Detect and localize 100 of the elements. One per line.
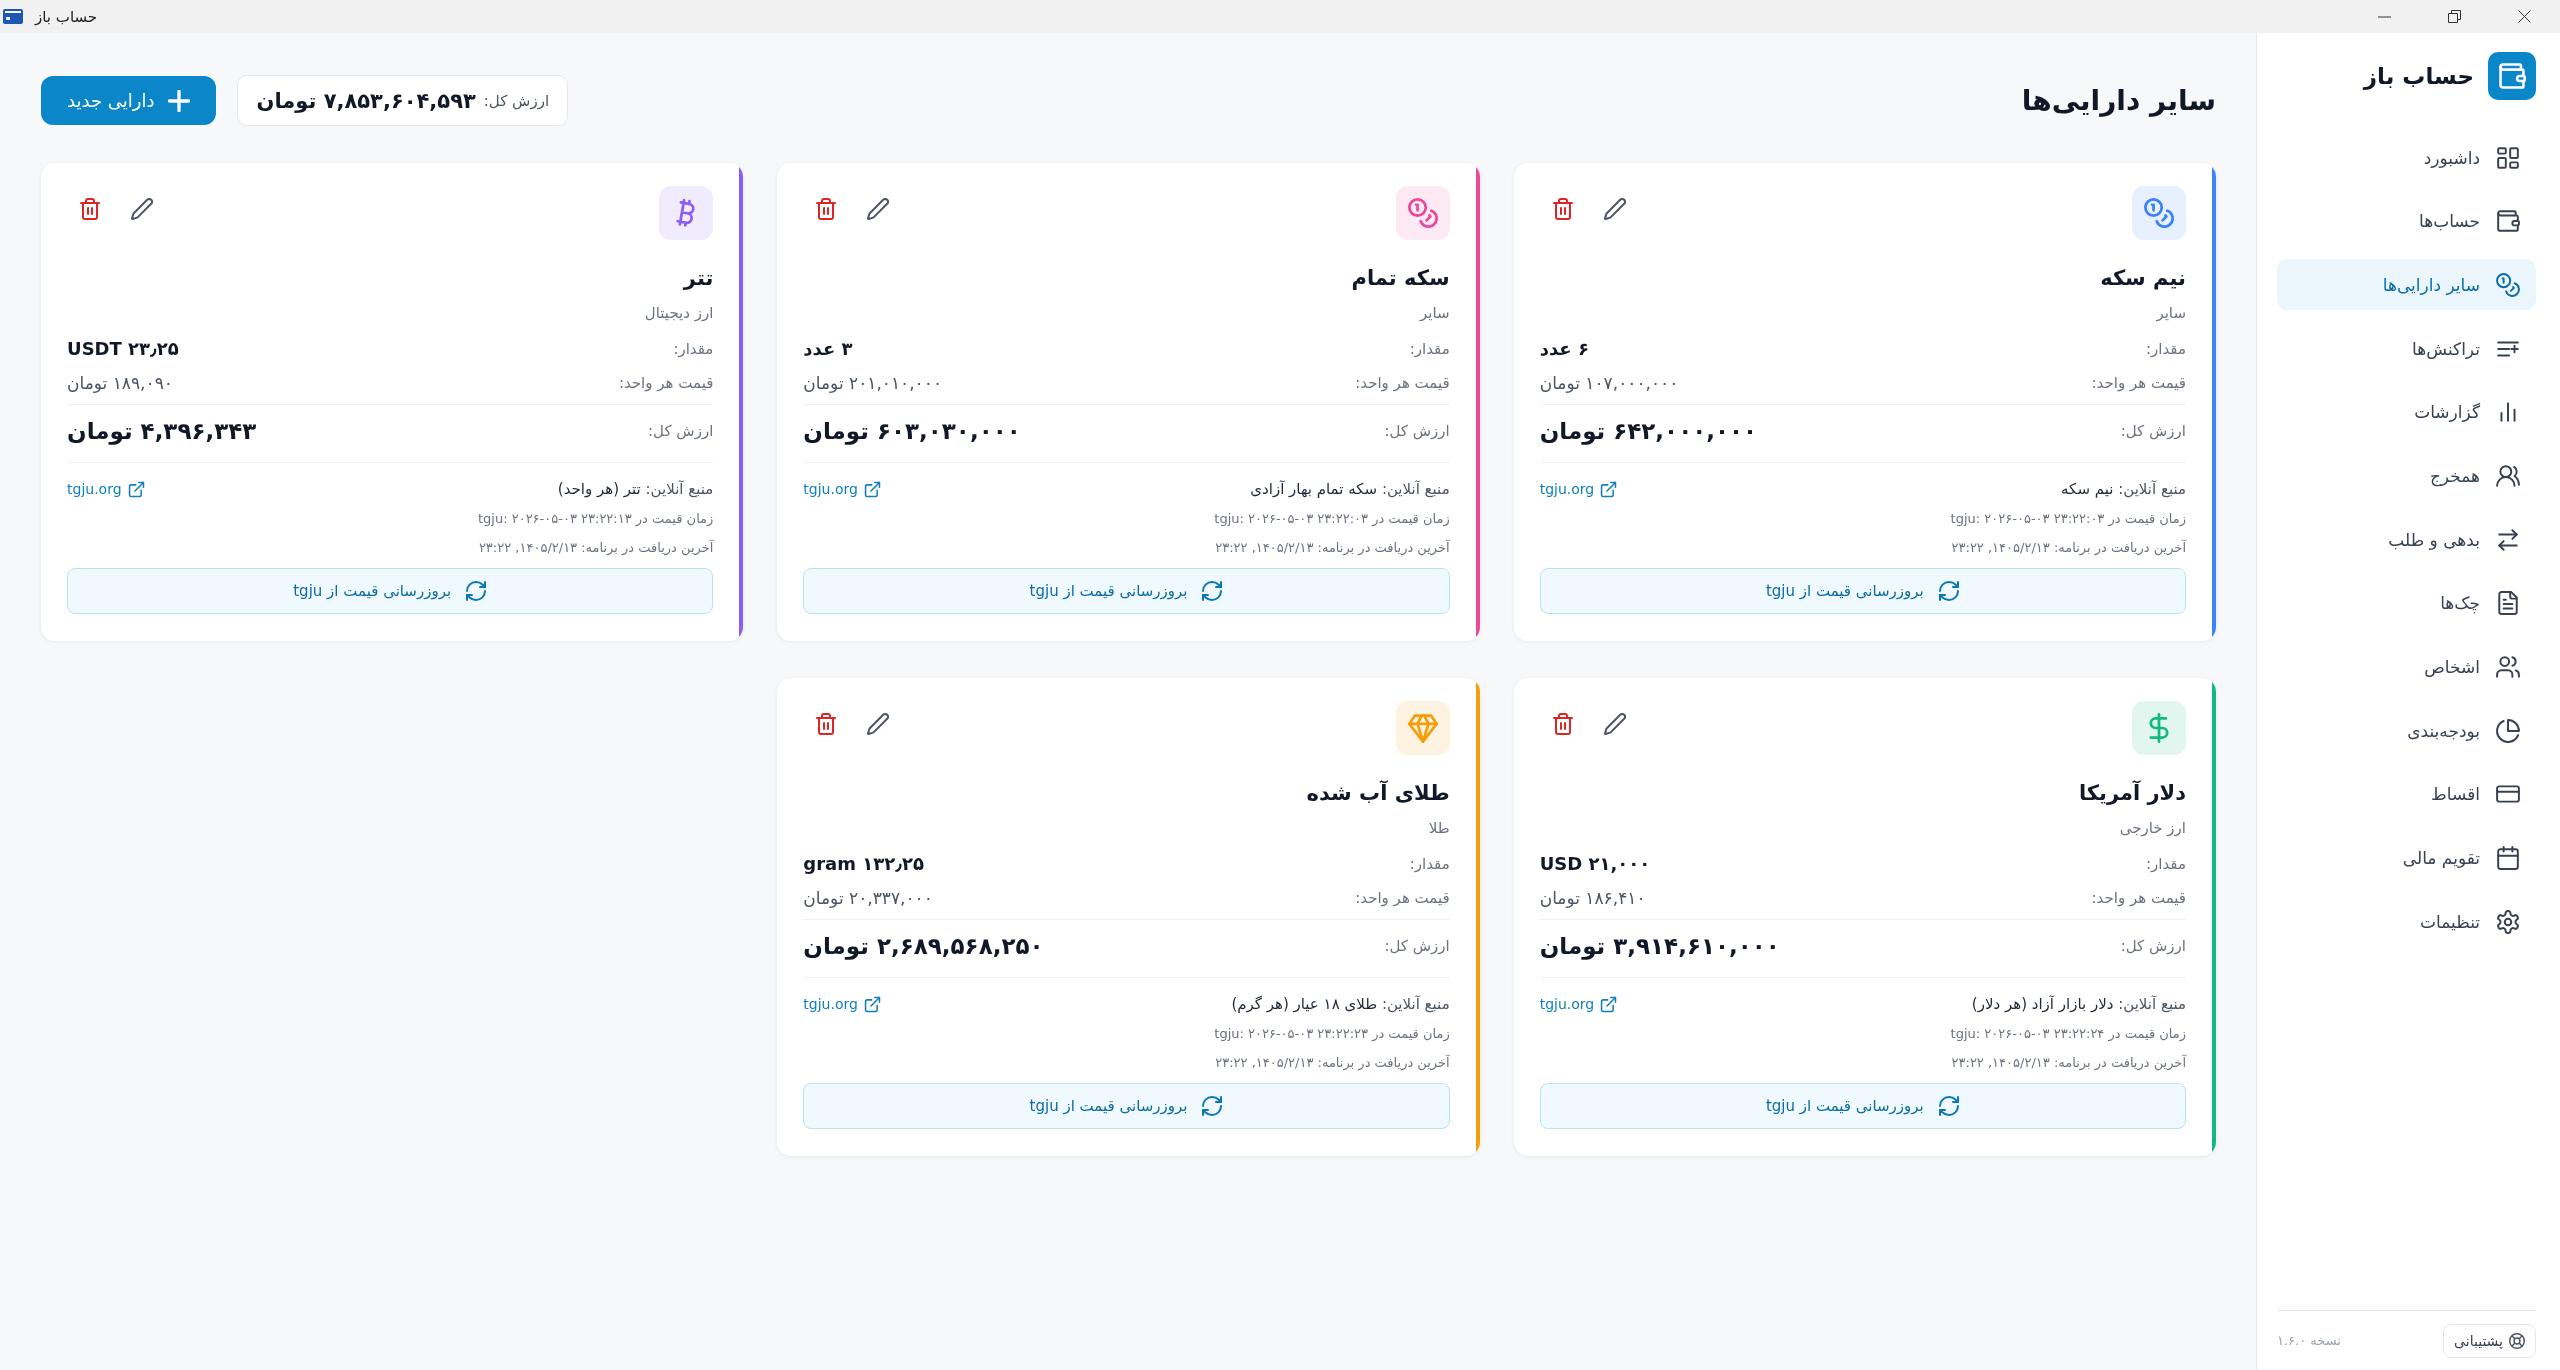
sidebar-item[interactable]: اقساط (2277, 768, 2536, 820)
unit-price-value: ۱۸۶,۴۱۰ تومان (1539, 887, 1646, 910)
quantity-value: ۲۱,۰۰۰ USD (1539, 852, 1651, 876)
sidebar-item[interactable]: حساب‌ها (2277, 195, 2536, 247)
total-value: ۳,۹۱۴,۶۱۰,۰۰۰ تومان (1539, 932, 1780, 962)
source-text: منبع آنلاین: نیم سکه (2061, 479, 2186, 500)
unit-price-value: ۲۰,۳۳۷,۰۰۰ تومان (803, 887, 933, 910)
update-price-button[interactable]: بروزرسانی قیمت از tgju (803, 568, 1450, 614)
refresh-icon (1937, 1095, 1960, 1117)
sidebar-item[interactable]: بدهی و طلب (2277, 514, 2536, 566)
unit-price-value: ۱۰۷,۰۰۰,۰۰۰ تومان (1539, 372, 1679, 395)
fetch-time: آخرین دریافت در برنامه: ۱۴۰۵/۲/۱۳, ۲۳:۲۲ (477, 538, 714, 558)
source-link[interactable]: tgju.org (1539, 476, 1618, 502)
version-label: نسخه ۱.۶.۰ (2277, 1333, 2341, 1348)
wallet-icon (3, 9, 23, 24)
asset-category: ارز دیجیتال (643, 303, 714, 324)
pencil-icon[interactable] (867, 198, 890, 220)
field-label: ارزش کل: (1384, 421, 1450, 442)
sidebar-item[interactable]: تنظیمات (2277, 896, 2536, 948)
source-text: منبع آنلاین: تتر (هر واحد) (557, 479, 714, 500)
field-label: مقدار: (2146, 854, 2186, 875)
new-asset-button[interactable]: دارایی جدید (41, 76, 217, 125)
refresh-icon (465, 580, 488, 602)
fetch-time: آخرین دریافت در برنامه: ۱۴۰۵/۲/۱۳, ۲۳:۲۲ (1950, 1053, 2186, 1073)
external-link-icon (1600, 995, 1618, 1013)
sidebar-item[interactable]: داشبورد (2277, 132, 2536, 183)
document-icon (2496, 591, 2520, 616)
pencil-icon[interactable] (1603, 198, 1626, 220)
price-time: زمان قیمت در tgju: ۲۰۲۶-۰۵-۰۳ ۲۳:۲۲:۰۳ (1213, 510, 1450, 529)
field-label: مقدار: (1409, 339, 1450, 360)
coins-icon (2132, 186, 2186, 240)
total-value: ۶۴۲,۰۰۰,۰۰۰ تومان (1539, 417, 1758, 447)
minimize-icon[interactable] (2378, 15, 2391, 18)
restore-icon[interactable] (2448, 10, 2461, 23)
refresh-icon (1201, 1095, 1224, 1117)
sidebar-item[interactable]: سایر دارایی‌ها (2277, 259, 2536, 311)
support-button[interactable]: پشتیبانی (2443, 1323, 2536, 1358)
fetch-time: آخرین دریافت در برنامه: ۱۴۰۵/۲/۱۳, ۲۳:۲۲ (1950, 538, 2186, 558)
users-icon (2496, 463, 2520, 488)
price-time: زمان قیمت در tgju: ۲۰۲۶-۰۵-۰۳ ۲۳:۲۲:۲۴ (1949, 1025, 2186, 1044)
update-price-button[interactable]: بروزرسانی قیمت از tgju (1539, 1083, 2186, 1129)
trash-icon[interactable] (1551, 713, 1574, 735)
arrows-icon (2496, 527, 2520, 552)
field-label: مقدار: (1409, 854, 1450, 875)
quantity-value: ۲۳٫۲۵ USDT (67, 337, 179, 361)
sidebar-item[interactable]: گزارشات (2277, 386, 2536, 438)
field-label: قیمت هر واحد: (1355, 888, 1450, 909)
external-link-icon (127, 480, 145, 498)
trash-icon[interactable] (815, 713, 838, 735)
calendar-icon (2496, 846, 2520, 871)
asset-category: سایر (2155, 303, 2186, 324)
field-label: قیمت هر واحد: (618, 373, 714, 394)
close-icon[interactable] (2518, 10, 2531, 23)
fetch-time: آخرین دریافت در برنامه: ۱۴۰۵/۲/۱۳, ۲۳:۲۲ (1214, 1053, 1450, 1073)
trash-icon[interactable] (79, 198, 101, 220)
source-link[interactable]: tgju.org (1539, 991, 1618, 1017)
asset-name: طلای آب شده (1305, 779, 1450, 807)
sidebar-item[interactable]: بودجه‌بندی (2277, 705, 2536, 757)
field-label: قیمت هر واحد: (2091, 888, 2186, 909)
coins-icon (2496, 272, 2520, 297)
asset-name: نیم سکه (2099, 265, 2186, 292)
external-link-icon (863, 995, 881, 1013)
sidebar-item[interactable]: همخرج (2277, 450, 2536, 502)
total-value: ۶۰۳,۰۳۰,۰۰۰ تومان (803, 417, 1021, 447)
sidebar-item[interactable]: تراکنش‌ها (2277, 323, 2536, 375)
bitcoin-icon (659, 186, 714, 240)
wallet-icon (2488, 52, 2536, 100)
source-link[interactable]: tgju.org (803, 476, 881, 502)
external-link-icon (863, 480, 881, 498)
sidebar-item[interactable]: تقویم مالی (2277, 832, 2536, 884)
field-label: ارزش کل: (648, 421, 714, 442)
total-label: ارزش کل: (483, 91, 550, 110)
update-price-button[interactable]: بروزرسانی قیمت از tgju (67, 568, 714, 614)
pencil-icon[interactable] (867, 713, 890, 735)
total-value: ۷,۸۵۳,۶۰۴,۵۹۳ تومان (256, 88, 476, 113)
page-title: سایر دارایی‌ها (2021, 84, 2216, 117)
source-text: منبع آنلاین: سکه تمام بهار آزادی (1250, 479, 1450, 500)
field-label: ارزش کل: (2120, 421, 2186, 442)
sidebar-item[interactable]: اشخاص (2277, 641, 2536, 693)
gem-icon (1395, 701, 1450, 755)
pencil-icon[interactable] (1603, 713, 1626, 735)
pencil-icon[interactable] (131, 198, 153, 220)
price-time: زمان قیمت در tgju: ۲۰۲۶-۰۵-۰۳ ۲۳:۲۲:۰۳ (1949, 510, 2186, 529)
source-link[interactable]: tgju.org (67, 476, 145, 502)
trash-icon[interactable] (815, 198, 838, 220)
update-price-button[interactable]: بروزرسانی قیمت از tgju (1539, 568, 2186, 614)
external-link-icon (1600, 480, 1618, 498)
window-title: حساب باز (35, 7, 98, 26)
asset-category: سایر (1418, 303, 1450, 324)
source-link[interactable]: tgju.org (803, 991, 881, 1017)
update-price-button[interactable]: بروزرسانی قیمت از tgju (803, 1083, 1450, 1129)
total-value: ۴,۳۹۶,۳۴۳ تومان (67, 417, 257, 447)
trash-icon[interactable] (1551, 198, 1574, 220)
settings-icon (2496, 909, 2520, 934)
asset-category: ارز خارجی (2118, 818, 2186, 839)
asset-name: دلار آمریکا (2077, 779, 2186, 807)
sidebar-item[interactable]: چک‌ها (2277, 577, 2536, 629)
price-time: زمان قیمت در tgju: ۲۰۲۶-۰۵-۰۳ ۲۳:۲۲:۲۳ (1213, 1025, 1450, 1044)
dollar-icon (2132, 701, 2186, 755)
brand-name: حساب باز (2363, 63, 2474, 89)
